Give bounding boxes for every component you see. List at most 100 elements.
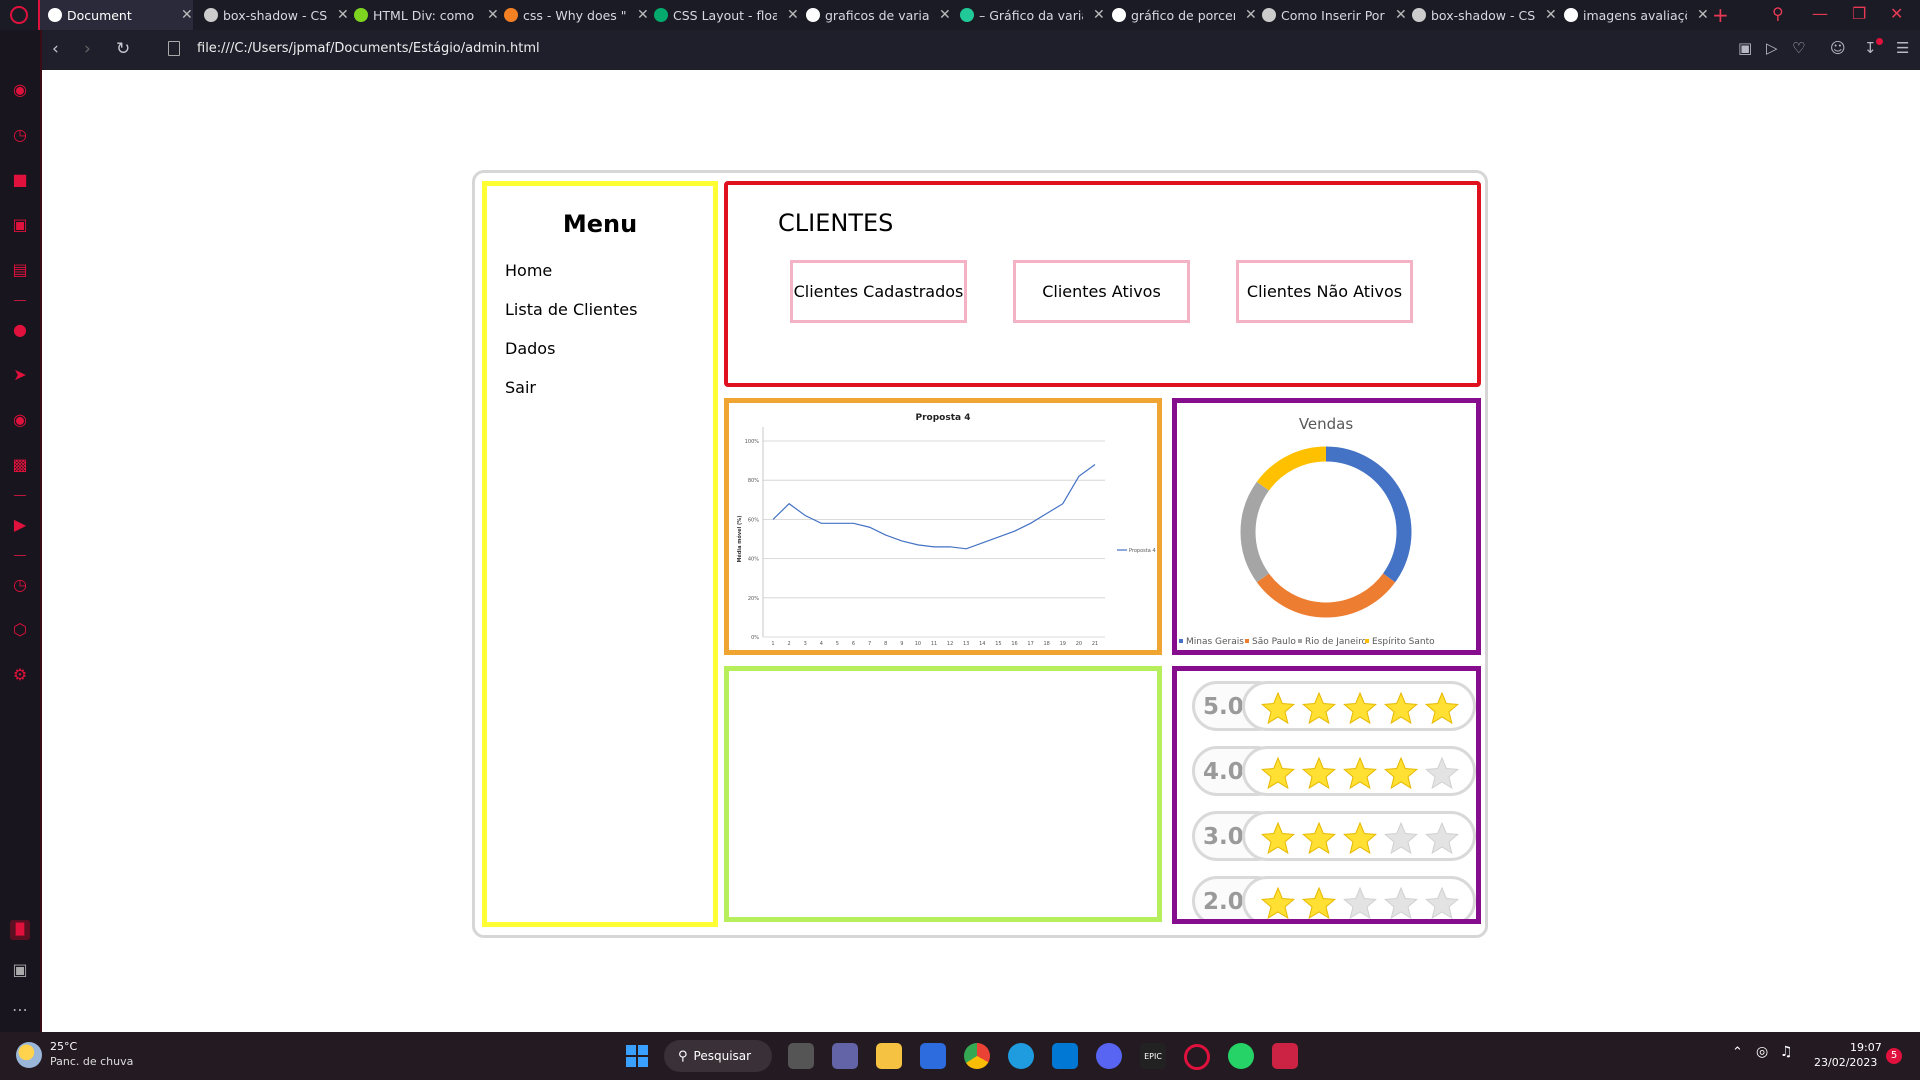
clientes-nao-ativos-box[interactable]: Clientes Não Ativos: [1236, 260, 1413, 323]
back-icon[interactable]: ‹: [52, 39, 59, 59]
browser-sidebar: ◉ ◷ ■ ▣ ▤ ● ➤ ◉ ▩ ▶ ◷ ⬡ ⚙ █ ▣ ⋯: [0, 30, 42, 1032]
mdn-icon: [204, 8, 218, 22]
shop-icon[interactable]: ■: [10, 170, 30, 190]
whatsapp-icon[interactable]: ●: [10, 320, 30, 340]
clock-time[interactable]: 19:07: [1850, 1041, 1882, 1054]
star-filled-icon: [1343, 822, 1377, 855]
weather-desc[interactable]: Panc. de chuva: [50, 1055, 133, 1068]
gamepad-icon[interactable]: ◉: [10, 80, 30, 100]
browser-tab[interactable]: box-shadow - CSS ✕: [196, 0, 349, 30]
clientes-title: CLIENTES: [778, 209, 894, 237]
player-icon[interactable]: ▶: [10, 515, 30, 535]
browser-tab[interactable]: Como Inserir Porc ✕: [1254, 0, 1407, 30]
network-icon[interactable]: ◎: [1756, 1044, 1768, 1060]
store-icon[interactable]: [920, 1043, 946, 1069]
donut-slice: [1240, 481, 1270, 583]
settings-icon[interactable]: ⚙: [10, 665, 30, 685]
address-bar: ‹ › ↻ file:///C:/Users/jpmaf/Documents/E…: [40, 30, 1920, 70]
discord-icon[interactable]: [1096, 1043, 1122, 1069]
discord-icon[interactable]: ▩: [10, 455, 30, 475]
close-tab-icon[interactable]: ✕: [1093, 7, 1105, 23]
camera-icon[interactable]: ▣: [1738, 39, 1752, 57]
speed-dial-icon[interactable]: ◷: [10, 125, 30, 145]
edge-icon[interactable]: [1008, 1043, 1034, 1069]
browser-tab[interactable]: graficos de variaç ✕: [798, 0, 951, 30]
epic-games-icon[interactable]: EPIC: [1140, 1043, 1166, 1069]
menu-item-lista-clientes[interactable]: Lista de Clientes: [505, 300, 637, 319]
news-icon[interactable]: ▤: [10, 260, 30, 280]
star-filled-icon: [1261, 822, 1295, 855]
restore-button[interactable]: ❐: [1852, 4, 1866, 23]
close-window-button[interactable]: ✕: [1890, 4, 1903, 23]
clientes-ativos-box[interactable]: Clientes Ativos: [1013, 260, 1190, 323]
browser-tab[interactable]: box-shadow - CSS ✕: [1404, 0, 1557, 30]
minimize-button[interactable]: —: [1812, 4, 1828, 23]
browser-tab[interactable]: gráfico de porcen ✕: [1104, 0, 1257, 30]
x-tick-label: 5: [836, 641, 839, 647]
menu-item-home[interactable]: Home: [505, 261, 552, 280]
menu-item-dados[interactable]: Dados: [505, 339, 555, 358]
heart-icon[interactable]: ♡: [1792, 39, 1805, 57]
taskbar-search[interactable]: ⚲ Pesquisar: [664, 1040, 772, 1072]
donut-chart-panel: Vendas Minas Gerais São Paulo Rio de Janeir…: [1172, 398, 1481, 655]
browser-tab[interactable]: imagens avaliaçõe ✕: [1556, 0, 1709, 30]
download-icon[interactable]: ↧: [1864, 39, 1877, 57]
instagram-icon[interactable]: ◉: [10, 410, 30, 430]
close-tab-icon[interactable]: ✕: [939, 7, 951, 23]
browser-tab[interactable]: css - Why does "le ✕: [496, 0, 649, 30]
rating-row: 5.0: [1192, 681, 1476, 731]
whatsapp-icon[interactable]: [1228, 1043, 1254, 1069]
weather-temp[interactable]: 25°C: [50, 1040, 77, 1053]
close-tab-icon[interactable]: ✕: [1545, 7, 1557, 23]
close-tab-icon[interactable]: ✕: [181, 7, 193, 23]
browser-tab[interactable]: Document ✕: [38, 0, 193, 30]
star-empty-icon: [1343, 887, 1377, 919]
forward-icon[interactable]: ›: [84, 39, 91, 59]
snipping-tool-icon[interactable]: [1272, 1043, 1298, 1069]
gallery-icon[interactable]: ▣: [10, 960, 30, 980]
pinned-app-icon[interactable]: █: [10, 920, 30, 940]
file-explorer-icon[interactable]: [876, 1043, 902, 1069]
y-tick-label: 20%: [748, 596, 759, 602]
history-icon[interactable]: ◷: [10, 575, 30, 595]
notification-badge[interactable]: 5: [1886, 1048, 1902, 1064]
new-tab-button[interactable]: +: [1712, 3, 1729, 27]
clock-date[interactable]: 23/02/2023: [1814, 1056, 1877, 1069]
weather-icon[interactable]: [16, 1042, 42, 1068]
x-tick-label: 15: [995, 641, 1001, 647]
menu-item-sair[interactable]: Sair: [505, 378, 536, 397]
more-icon[interactable]: ⋯: [10, 1000, 30, 1020]
browser-tab[interactable]: CSS Layout - float ✕: [646, 0, 799, 30]
teams-icon[interactable]: [832, 1043, 858, 1069]
vscode-icon[interactable]: [1052, 1043, 1078, 1069]
x-tick-label: 8: [884, 641, 887, 647]
extensions-icon[interactable]: ⬡: [10, 620, 30, 640]
google-icon: [806, 8, 820, 22]
easy-setup-icon[interactable]: ☰: [1896, 39, 1909, 57]
windows-taskbar: 25°C Panc. de chuva ⚲ Pesquisar EPIC ⌃ ◎…: [0, 1032, 1920, 1080]
task-view-icon[interactable]: [788, 1043, 814, 1069]
star-filled-icon: [1261, 887, 1295, 919]
star-filled-icon: [1302, 822, 1336, 855]
reload-icon[interactable]: ↻: [116, 39, 130, 59]
telegram-icon[interactable]: ➤: [10, 365, 30, 385]
x-tick-label: 19: [1060, 641, 1066, 647]
search-tabs-icon[interactable]: ⚲: [1772, 4, 1784, 23]
twitch-icon[interactable]: ▣: [10, 215, 30, 235]
windows-start-icon[interactable]: [624, 1043, 650, 1069]
clientes-cadastrados-box[interactable]: Clientes Cadastrados: [790, 260, 967, 323]
send-icon[interactable]: ▷: [1766, 39, 1778, 57]
chrome-icon[interactable]: [964, 1043, 990, 1069]
account-icon[interactable]: ☺: [1830, 39, 1846, 57]
opera-icon[interactable]: [1184, 1044, 1210, 1070]
close-tab-icon[interactable]: ✕: [787, 7, 799, 23]
tray-chevron-icon[interactable]: ⌃: [1732, 1045, 1743, 1060]
tab-title: gráfico de porcen: [1131, 7, 1235, 23]
close-tab-icon[interactable]: ✕: [1697, 7, 1709, 23]
browser-tab[interactable]: – Gráfico da variaç ✕: [952, 0, 1105, 30]
browser-tab[interactable]: HTML Div: como c ✕: [346, 0, 499, 30]
opera-logo-icon[interactable]: [10, 6, 28, 24]
volume-icon[interactable]: ♫: [1780, 1044, 1793, 1060]
x-tick-label: 12: [947, 641, 953, 647]
url-field[interactable]: file:///C:/Users/jpmaf/Documents/Estágio…: [197, 41, 540, 56]
